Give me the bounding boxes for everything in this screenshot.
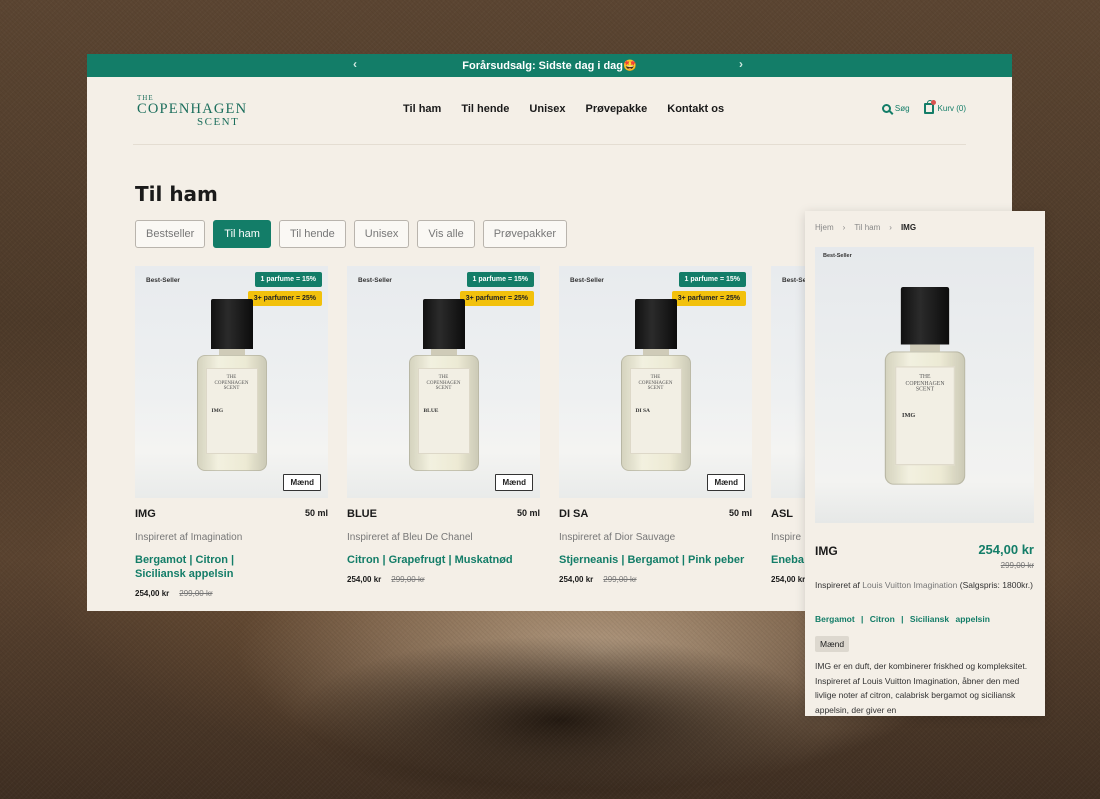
product-detail-panel: Hjem › Til ham › IMG Best-Seller THE COPE…: [805, 211, 1045, 716]
search-button[interactable]: Søg: [881, 104, 910, 113]
perfume-bottle: THE COPENHAGEN SCENT IMG: [884, 287, 965, 485]
detail-title: IMG: [815, 544, 838, 558]
product-image[interactable]: Best-Seller 1 parfume = 15% 3+ parfumer …: [347, 266, 540, 498]
filter-til-ham[interactable]: Til ham: [213, 220, 271, 248]
gender-badge: Mænd: [707, 474, 745, 491]
best-seller-badge: Best-Seller: [358, 277, 392, 284]
product-size: 50 ml: [516, 508, 540, 518]
product-card[interactable]: Best-Seller 1 parfume = 15% 3+ parfumer …: [347, 266, 540, 598]
main-nav: Til ham Til hende Unisex Prøvepakke Kont…: [403, 103, 724, 115]
inspired-by: Inspireret af Bleu De Chanel: [347, 532, 473, 543]
nav-til-ham[interactable]: Til ham: [403, 103, 441, 115]
product-name[interactable]: BLUE: [347, 508, 377, 520]
promo-tag-single: 1 parfume = 15%: [678, 272, 746, 287]
scent-notes: Stjerneanis | Bergamot | Pink peber: [559, 554, 745, 566]
gender-badge: Mænd: [495, 474, 533, 491]
inspired-prefix: Inspireret af: [815, 580, 863, 590]
product-name[interactable]: DI SA: [559, 508, 588, 520]
product-card[interactable]: Best-Seller 1 parfume = 15% 3+ parfumer …: [559, 266, 752, 598]
old-price: 299,00 kr: [179, 589, 213, 598]
search-icon: [881, 104, 891, 113]
breadcrumb: Hjem › Til ham › IMG: [815, 223, 916, 232]
breadcrumb-category[interactable]: Til ham: [854, 223, 880, 232]
scent-notes: Citron | Grapefrugt | Muskatnød: [347, 554, 513, 566]
perfume-bottle: THE COPENHAGEN SCENT BLUE: [408, 299, 479, 471]
header-actions: Søg Kurv (0): [881, 100, 966, 114]
detail-inspired: Inspireret af Louis Vuitton Imagination …: [815, 579, 1035, 591]
inspired-suffix: (Salgspris: 1800kr.): [957, 580, 1033, 590]
nav-proevepakke[interactable]: Prøvepakke: [585, 103, 647, 115]
product-size: 50 ml: [728, 508, 752, 518]
sale-price: 254,00 kr: [347, 575, 382, 584]
best-seller-badge: Best-Seller: [146, 277, 180, 284]
nav-til-hende[interactable]: Til hende: [461, 103, 509, 115]
detail-description: IMG er en duft, der kombinerer friskhed …: [815, 661, 1028, 715]
bottle-label: IMG: [211, 407, 224, 414]
old-price: 299,00 kr: [391, 575, 425, 584]
inspired-name: Louis Vuitton Imagination: [862, 580, 958, 590]
site-logo[interactable]: THE COPENHAGEN SCENT: [137, 95, 247, 128]
cart-label: Kurv (0): [937, 104, 966, 113]
best-seller-badge: Best-Seller: [823, 253, 852, 259]
promo-tag-single: 1 parfume = 15%: [254, 272, 322, 287]
filter-buttons: Bestseller Til ham Til hende Unisex Vis …: [135, 220, 568, 248]
filter-til-hende[interactable]: Til hende: [278, 220, 346, 248]
price: 254,00 kr 299,00 kr: [347, 575, 540, 584]
product-size: 50 ml: [304, 508, 328, 518]
announcement-bar: ‹ Forårsudsalg: Sidste dag i dag🤩 ›: [87, 54, 1012, 77]
announcement-text[interactable]: Forårsudsalg: Sidste dag i dag🤩: [462, 59, 636, 72]
bottle-label: DI SA: [635, 407, 651, 414]
breadcrumb-current: IMG: [900, 223, 917, 232]
best-seller-badge: Best-Seller: [570, 277, 604, 284]
page-title: Til ham: [135, 182, 218, 206]
product-image[interactable]: Best-Seller 1 parfume = 15% 3+ parfumer …: [135, 266, 328, 498]
product-image-large[interactable]: Best-Seller THE COPENHAGEN SCENT IMG: [815, 247, 1034, 523]
detail-gender-badge: Mænd: [815, 636, 850, 652]
site-header: THE COPENHAGEN SCENT Til ham Til hende U…: [133, 77, 966, 145]
product-name[interactable]: ASL: [771, 508, 793, 520]
filter-bestseller[interactable]: Bestseller: [135, 220, 206, 248]
nav-kontakt[interactable]: Kontakt os: [667, 103, 724, 115]
product-card[interactable]: Best-Seller 1 parfume = 15% 3+ parfumer …: [135, 266, 328, 598]
bottle-label: IMG: [901, 411, 915, 419]
logo-main: COPENHAGEN: [137, 101, 248, 117]
filter-proevepakker[interactable]: Prøvepakker: [482, 220, 568, 248]
promo-tag-single: 1 parfume = 15%: [466, 272, 534, 287]
nav-unisex[interactable]: Unisex: [529, 103, 565, 115]
perfume-bottle: THE COPENHAGEN SCENT IMG: [196, 299, 267, 471]
inspired-by: Inspireret af Dior Sauvage: [559, 532, 676, 543]
bottle-label: BLUE: [423, 407, 439, 414]
scent-notes: Bergamot | Citron | Siciliansk appelsin: [135, 554, 235, 580]
breadcrumb-home[interactable]: Hjem: [815, 223, 834, 232]
product-name[interactable]: IMG: [135, 508, 156, 520]
price: 254,00 kr 299,00 kr: [135, 589, 328, 598]
detail-old-price: 299,00 kr: [1000, 561, 1034, 570]
filter-unisex[interactable]: Unisex: [353, 220, 410, 248]
inspired-by: Inspireret af Imagination: [135, 532, 243, 543]
best-seller-badge: Best-Se: [782, 277, 807, 284]
sale-price: 254,00 kr: [771, 575, 806, 584]
chevron-right-icon[interactable]: ›: [739, 57, 743, 71]
gender-badge: Mænd: [283, 474, 321, 491]
product-image[interactable]: Best-Seller 1 parfume = 15% 3+ parfumer …: [559, 266, 752, 498]
sale-price: 254,00 kr: [559, 575, 594, 584]
detail-price: 254,00 kr: [978, 542, 1034, 557]
cart-button[interactable]: Kurv (0): [923, 100, 966, 114]
chevron-right-icon: ›: [889, 223, 892, 232]
sale-price: 254,00 kr: [135, 589, 170, 598]
old-price: 299,00 kr: [603, 575, 637, 584]
shopping-bag-icon: [923, 100, 936, 114]
chevron-right-icon: ›: [842, 223, 846, 232]
price: 254,00 kr 299,00 kr: [559, 575, 752, 584]
detail-scent-notes: Bergamot | Citron | Siciliansk appelsin: [815, 614, 990, 624]
filter-vis-alle[interactable]: Vis alle: [417, 220, 475, 248]
chevron-left-icon[interactable]: ‹: [353, 57, 357, 71]
logo-bottom: SCENT: [197, 115, 240, 128]
perfume-bottle: THE COPENHAGEN SCENT DI SA: [620, 299, 691, 471]
search-label: Søg: [894, 104, 910, 113]
